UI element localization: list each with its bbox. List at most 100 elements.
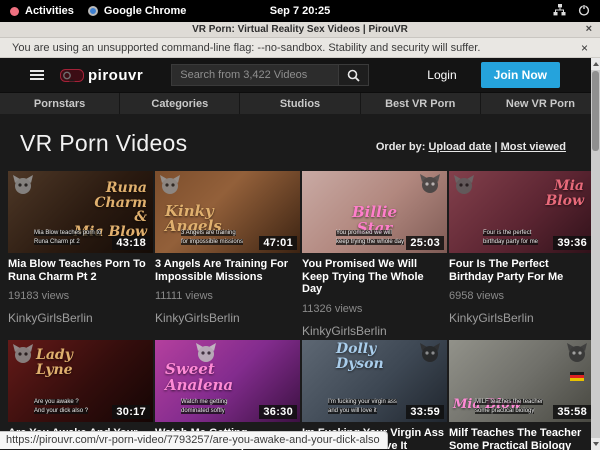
studio-logo-icon bbox=[566, 343, 588, 365]
thumbnail-overlay-title: Mia Blow bbox=[545, 179, 584, 208]
main-nav: Pornstars Categories Studios Best VR Por… bbox=[0, 92, 600, 114]
page-scrollbar[interactable] bbox=[591, 58, 600, 450]
thumbnail-overlay-title: Billie Star bbox=[352, 205, 397, 237]
page-title: VR Porn Videos bbox=[20, 130, 187, 157]
video-views: 6958 views bbox=[449, 290, 594, 302]
video-duration: 33:59 bbox=[406, 405, 444, 419]
activities-label: Activities bbox=[25, 5, 74, 17]
video-duration: 43:18 bbox=[112, 236, 150, 250]
gnome-top-bar: Activities Google Chrome Sep 7 20:25 bbox=[0, 0, 600, 22]
thumbnail-caption: Four is the perfect birthday party for m… bbox=[483, 229, 538, 247]
video-thumbnail[interactable]: Billie Star You promised we will keep tr… bbox=[302, 171, 447, 253]
video-duration: 47:01 bbox=[259, 236, 297, 250]
video-title[interactable]: Four Is The Perfect Birthday Party For M… bbox=[449, 258, 592, 283]
scrollbar-up-icon[interactable] bbox=[591, 58, 600, 70]
browser-viewport: pirouvr Login Join Now Pornstars Categor… bbox=[0, 58, 600, 450]
logo-text: pirouvr bbox=[88, 67, 143, 84]
warning-close-icon[interactable]: × bbox=[581, 41, 588, 55]
thumbnail-caption: I'm fucking your virgin ass and you will… bbox=[328, 398, 397, 416]
thumbnail-caption: MILF teaches the teacher some practical … bbox=[475, 398, 543, 416]
join-now-button[interactable]: Join Now bbox=[481, 62, 560, 88]
german-flag bbox=[570, 372, 584, 381]
window-close-icon[interactable]: × bbox=[586, 23, 592, 35]
login-link[interactable]: Login bbox=[427, 68, 456, 82]
video-views: 19183 views bbox=[8, 290, 153, 302]
thumbnail-overlay-title: Dolly Dyson bbox=[336, 342, 384, 371]
order-by-label: Order by: bbox=[376, 141, 426, 153]
video-views: 11111 views bbox=[155, 290, 300, 302]
video-card: Runa Charm & Mia Blow Mia Blow teaches p… bbox=[8, 171, 153, 338]
recording-indicator-icon bbox=[10, 7, 19, 16]
thumbnail-caption: You promised we will keep trying the who… bbox=[336, 229, 404, 247]
thumbnail-caption: Are you awake ? And your dick also ? bbox=[34, 398, 88, 416]
video-thumbnail[interactable]: Mia Blow Four is the perfect birthday pa… bbox=[449, 171, 594, 253]
app-menu-label: Google Chrome bbox=[104, 5, 187, 17]
studio-link[interactable]: KinkyGirlsBerlin bbox=[449, 311, 594, 325]
order-upload-date-link[interactable]: Upload date bbox=[428, 141, 491, 153]
video-card: Mia Blow MILF teaches the teacher some p… bbox=[449, 340, 594, 450]
studio-logo-icon bbox=[453, 175, 475, 197]
video-title[interactable]: Milf Teaches The Teacher Some Practical … bbox=[449, 427, 592, 450]
activities-button[interactable]: Activities bbox=[10, 5, 74, 17]
video-title[interactable]: You Promised We Will Keep Trying The Who… bbox=[302, 258, 445, 296]
studio-link[interactable]: KinkyGirlsBerlin bbox=[155, 311, 300, 325]
video-duration: 30:17 bbox=[112, 405, 150, 419]
clock[interactable]: Sep 7 20:25 bbox=[270, 5, 331, 17]
order-most-viewed-link[interactable]: Most viewed bbox=[501, 141, 566, 153]
studio-logo-icon bbox=[419, 174, 441, 196]
window-title: VR Porn: Virtual Reality Sex Videos | Pi… bbox=[192, 24, 408, 35]
thumbnail-overlay-title: Runa Charm & Mia Blow bbox=[74, 181, 147, 240]
video-views: 11326 views bbox=[302, 303, 447, 315]
app-menu-button[interactable]: Google Chrome bbox=[88, 5, 187, 17]
video-card: Kinky Angels 3 Angels are training for i… bbox=[155, 171, 300, 338]
studio-link[interactable]: KinkyGirlsBerlin bbox=[8, 311, 153, 325]
nav-item-best-vr-porn[interactable]: Best VR Porn bbox=[360, 93, 480, 114]
video-thumbnail[interactable]: Sweet Analena Watch me getting dominated… bbox=[155, 340, 300, 422]
video-thumbnail[interactable]: Mia Blow MILF teaches the teacher some p… bbox=[449, 340, 594, 422]
chrome-icon bbox=[88, 6, 98, 16]
thumbnail-overlay-title: Lady Lyne bbox=[36, 348, 73, 377]
chrome-warning-bar: You are using an unsupported command-lin… bbox=[0, 38, 600, 58]
video-duration: 39:36 bbox=[553, 236, 591, 250]
video-duration: 25:03 bbox=[406, 236, 444, 250]
video-grid: Runa Charm & Mia Blow Mia Blow teaches p… bbox=[0, 171, 600, 450]
nav-item-categories[interactable]: Categories bbox=[119, 93, 239, 114]
search-input[interactable] bbox=[171, 64, 339, 86]
network-icon[interactable] bbox=[553, 4, 566, 19]
video-thumbnail[interactable]: Lady Lyne Are you awake ? And your dick … bbox=[8, 340, 153, 422]
studio-logo-icon bbox=[419, 343, 441, 365]
site-header: pirouvr Login Join Now bbox=[0, 58, 600, 92]
order-by: Order by: Upload date | Most viewed bbox=[376, 141, 566, 157]
nav-item-pornstars[interactable]: Pornstars bbox=[0, 93, 119, 114]
studio-logo-icon bbox=[159, 175, 181, 197]
search-button[interactable] bbox=[339, 64, 369, 86]
studio-logo-icon bbox=[12, 344, 34, 366]
video-card: Billie Star You promised we will keep tr… bbox=[302, 171, 447, 338]
status-url-tooltip: https://pirouvr.com/vr-porn-video/779325… bbox=[0, 431, 388, 449]
site-logo[interactable]: pirouvr bbox=[60, 67, 143, 84]
thumbnail-overlay-title: Sweet Analena bbox=[165, 362, 233, 394]
video-card: Mia Blow Four is the perfect birthday pa… bbox=[449, 171, 594, 338]
video-title[interactable]: Mia Blow Teaches Porn To Runa Charm Pt 2 bbox=[8, 258, 151, 283]
video-title[interactable]: 3 Angels Are Training For Impossible Mis… bbox=[155, 258, 298, 283]
thumbnail-caption: Mia Blow teaches porn to Runa Charm pt 2 bbox=[34, 229, 101, 247]
power-icon[interactable] bbox=[578, 4, 590, 19]
studio-logo-icon bbox=[12, 175, 34, 197]
nav-item-new-vr-porn[interactable]: New VR Porn bbox=[480, 93, 600, 114]
scrollbar-thumb[interactable] bbox=[592, 71, 599, 151]
video-duration: 36:30 bbox=[259, 405, 297, 419]
vr-goggles-icon bbox=[60, 69, 84, 82]
video-thumbnail[interactable]: Dolly Dyson I'm fucking your virgin ass … bbox=[302, 340, 447, 422]
window-title-bar: VR Porn: Virtual Reality Sex Videos | Pi… bbox=[0, 22, 600, 38]
studio-logo-icon bbox=[195, 343, 217, 365]
studio-link[interactable]: KinkyGirlsBerlin bbox=[302, 324, 447, 338]
scrollbar-down-icon[interactable] bbox=[591, 438, 600, 450]
menu-hamburger-icon[interactable] bbox=[30, 70, 44, 80]
thumbnail-overlay-title: Mia Blow bbox=[453, 398, 521, 412]
thumbnail-caption: Watch me getting dominated softly bbox=[181, 398, 227, 416]
nav-item-studios[interactable]: Studios bbox=[239, 93, 359, 114]
video-thumbnail[interactable]: Kinky Angels 3 Angels are training for i… bbox=[155, 171, 300, 253]
video-duration: 35:58 bbox=[553, 405, 591, 419]
video-thumbnail[interactable]: Runa Charm & Mia Blow Mia Blow teaches p… bbox=[8, 171, 153, 253]
thumbnail-caption: 3 Angels are training for impossible mis… bbox=[181, 229, 243, 247]
